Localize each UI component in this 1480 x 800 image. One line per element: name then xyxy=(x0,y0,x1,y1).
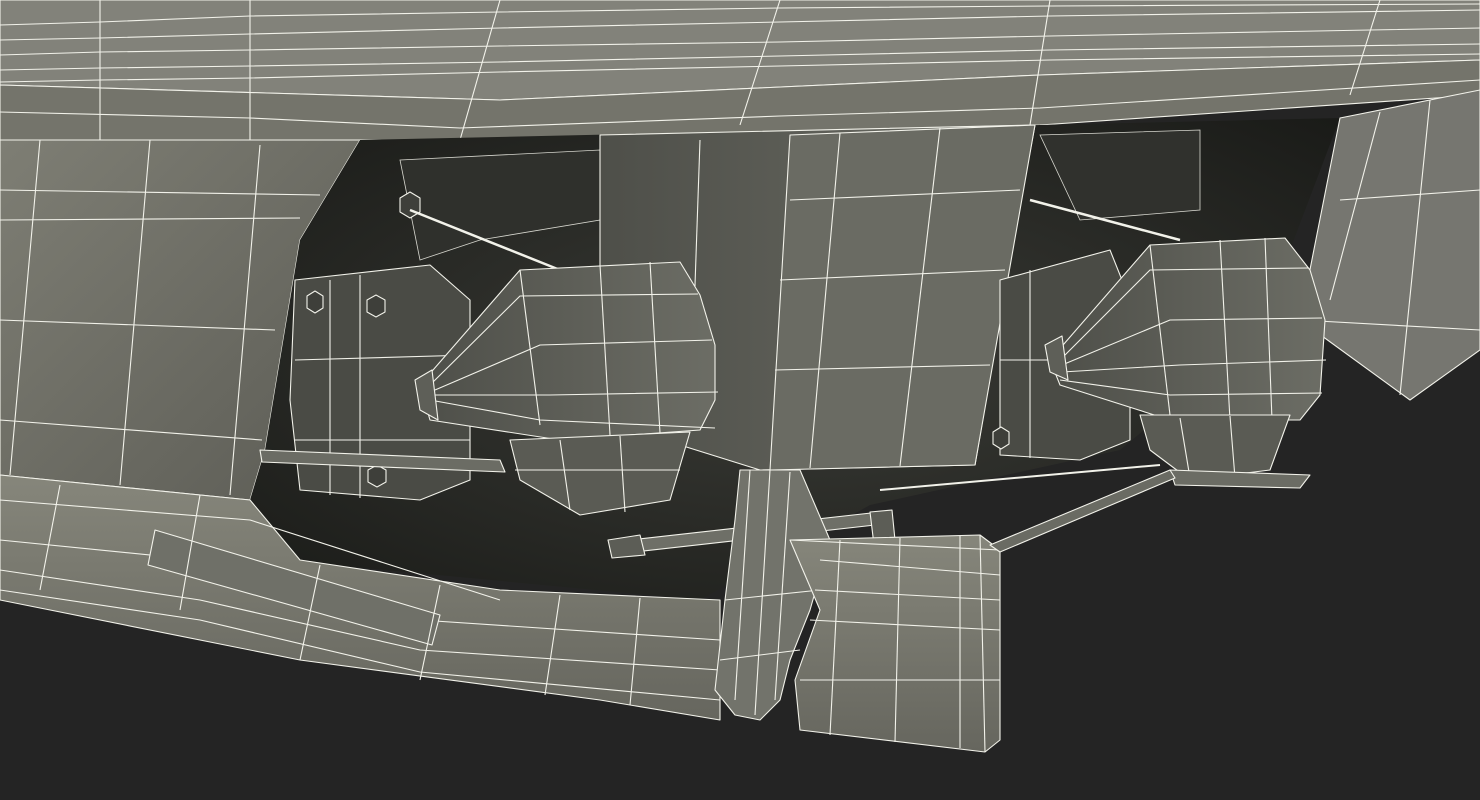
render-viewport xyxy=(0,0,1480,800)
wireframe-model xyxy=(0,0,1480,753)
hex-bolt-icon xyxy=(992,426,1010,450)
upper-hull xyxy=(0,0,1480,141)
hex-bolt-icon xyxy=(367,464,387,488)
hex-bolt-icon xyxy=(306,290,324,314)
hex-bolt-icon xyxy=(366,294,386,318)
